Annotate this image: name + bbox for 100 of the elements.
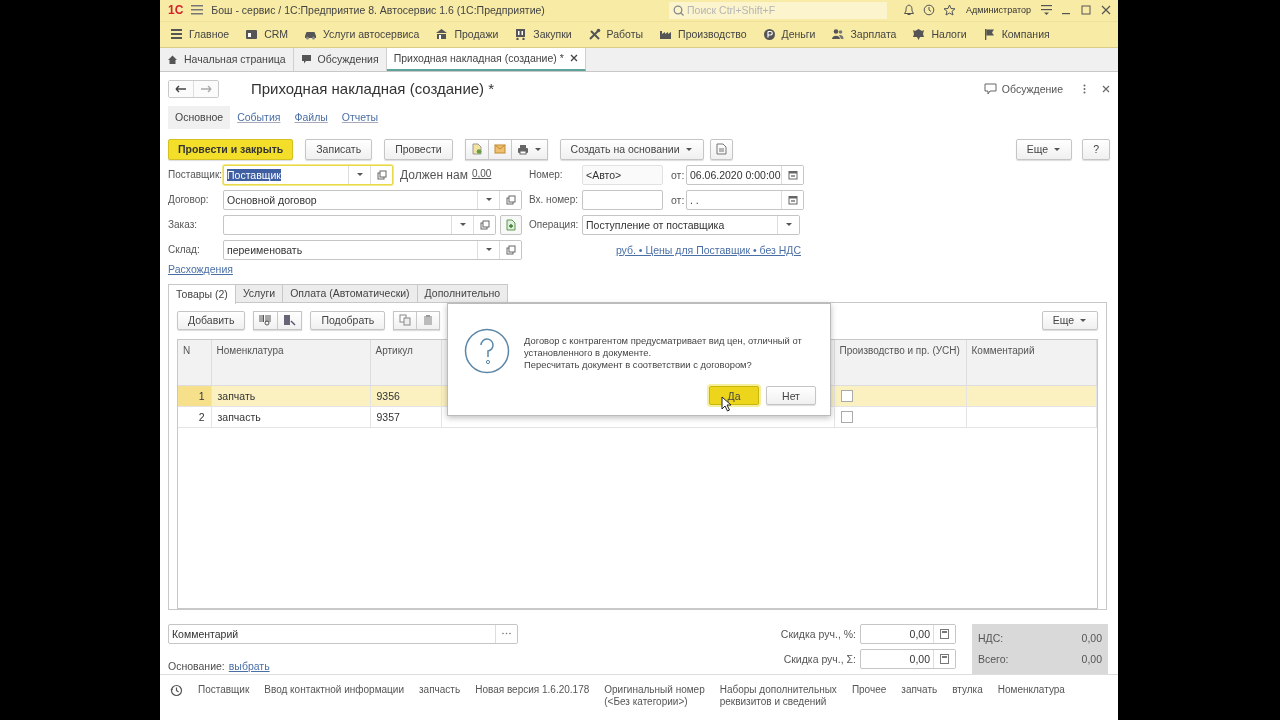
- checkbox[interactable]: [840, 390, 853, 402]
- footer-link[interactable]: Номенклатура: [997, 684, 1065, 696]
- print-button[interactable]: [511, 138, 548, 160]
- nav-link[interactable]: Файлы: [287, 106, 335, 129]
- input-field[interactable]: 0,00: [860, 624, 956, 644]
- star-icon[interactable]: [943, 4, 957, 17]
- calculator-button[interactable]: [933, 625, 955, 643]
- open-button[interactable]: [370, 165, 392, 184]
- input-field[interactable]: Основной договор: [223, 189, 522, 210]
- menu-icon[interactable]: [191, 5, 204, 16]
- tools-icon: [587, 28, 601, 41]
- footer-link[interactable]: запчасть: [419, 684, 461, 696]
- paste-button[interactable]: [417, 311, 441, 330]
- close-icon[interactable]: [1100, 5, 1112, 16]
- calculator-button[interactable]: [933, 650, 955, 668]
- section-button[interactable]: Производство: [659, 28, 755, 41]
- select-link[interactable]: выбрать: [228, 660, 270, 672]
- section-button[interactable]: Компания: [982, 28, 1058, 41]
- section-button[interactable]: Зарплата: [831, 28, 905, 41]
- open-button[interactable]: [499, 240, 521, 259]
- checkbox[interactable]: [840, 411, 853, 423]
- toolbar-button[interactable]: Записать: [305, 138, 373, 160]
- scanner-button[interactable]: [278, 311, 303, 330]
- calendar-button[interactable]: [781, 190, 803, 209]
- dialog-button[interactable]: Нет: [766, 386, 816, 405]
- dialog-button[interactable]: Да: [709, 386, 759, 405]
- input-field[interactable]: переименовать: [223, 239, 522, 260]
- nav-link[interactable]: События: [230, 106, 288, 129]
- input-field[interactable]: Поставщик: [223, 164, 393, 185]
- toolbar-button[interactable]: Провести: [384, 138, 453, 160]
- user-name[interactable]: Администратор: [966, 5, 1031, 16]
- more-button[interactable]: Еще: [1015, 138, 1073, 160]
- discrepancies-link[interactable]: Расхождения: [168, 262, 233, 275]
- input-field[interactable]: Поступление от поставщика: [582, 214, 800, 235]
- close-icon[interactable]: [569, 54, 578, 62]
- history-icon[interactable]: [923, 4, 936, 17]
- barcode-button[interactable]: [253, 311, 279, 330]
- section-button[interactable]: CRM: [245, 28, 297, 41]
- column-header: Комментарий: [966, 340, 1097, 386]
- total-label: НДС:: [978, 632, 1004, 645]
- open-tab[interactable]: Начальная страница: [160, 47, 294, 71]
- field-label: от:: [671, 193, 686, 206]
- section-button[interactable]: Налоги: [912, 28, 975, 41]
- footer-link[interactable]: Поставщик: [198, 684, 250, 696]
- post-and-close-button[interactable]: Провести и закрыть: [168, 138, 294, 160]
- app-logo[interactable]: 1С: [168, 3, 184, 18]
- comment-field[interactable]: Комментарий: [168, 624, 518, 644]
- input-field[interactable]: <Авто>: [582, 164, 663, 185]
- copy-button[interactable]: [393, 311, 418, 330]
- history-icon[interactable]: [170, 684, 183, 697]
- bell-icon[interactable]: [903, 4, 916, 17]
- prices-link[interactable]: руб. • Цены для Поставщик • без НДС: [615, 243, 801, 256]
- more-button[interactable]: Еще: [1041, 311, 1098, 330]
- footer-link[interactable]: запчать: [901, 684, 938, 696]
- help-button[interactable]: ?: [1082, 138, 1110, 160]
- section-button[interactable]: Работы: [587, 28, 652, 41]
- input-field[interactable]: 06.06.2020 0:00:00: [686, 164, 804, 185]
- more-icon[interactable]: [1083, 83, 1086, 94]
- footer-link[interactable]: втулка: [952, 684, 983, 696]
- amount-link[interactable]: 0,00: [471, 167, 492, 182]
- copy-icon: [399, 314, 412, 327]
- open-tab[interactable]: Обсуждения: [293, 47, 387, 71]
- section-button[interactable]: Деньги: [762, 28, 824, 41]
- add-button[interactable]: Добавить: [177, 311, 246, 330]
- back-button[interactable]: [169, 80, 193, 97]
- menu-icon[interactable]: [1041, 5, 1052, 16]
- tab[interactable]: Товары (2): [168, 284, 236, 304]
- input-field[interactable]: [223, 214, 496, 235]
- input-field[interactable]: [582, 189, 663, 210]
- maximize-icon[interactable]: [1080, 5, 1092, 16]
- close-icon[interactable]: [1102, 84, 1110, 93]
- tab[interactable]: Дополнительно: [416, 284, 509, 302]
- pick-button[interactable]: Подобрать: [310, 311, 386, 330]
- section-button[interactable]: Продажи: [435, 28, 507, 41]
- dropdown-button[interactable]: [777, 215, 799, 234]
- open-button[interactable]: [473, 215, 495, 234]
- nav-link[interactable]: Отчеты: [334, 106, 386, 129]
- nav-tab[interactable]: Основное: [168, 106, 231, 129]
- discussion-button[interactable]: Обсуждение: [983, 82, 1063, 95]
- toolbar-button[interactable]: [709, 138, 733, 160]
- footer-link[interactable]: Прочее: [851, 684, 887, 696]
- footer-link[interactable]: Новая версия 1.6.20.178: [475, 684, 590, 696]
- fill-button[interactable]: [500, 214, 522, 235]
- tab[interactable]: Услуги: [234, 284, 284, 302]
- toolbar-button[interactable]: [464, 138, 489, 160]
- section-button[interactable]: Услуги автосервиса: [304, 28, 428, 41]
- row-number: 2: [178, 406, 211, 428]
- open-button[interactable]: [499, 190, 521, 209]
- footer-link[interactable]: Оригинальный номер (<Без категории>): [604, 684, 705, 708]
- footer-link[interactable]: Наборы дополнительных реквизитов и сведений: [719, 684, 837, 708]
- toolbar-button[interactable]: [488, 138, 512, 160]
- section-button[interactable]: Закупки: [514, 28, 580, 41]
- section-button[interactable]: Главное: [170, 28, 238, 41]
- footer-link[interactable]: Ввод контактной информации: [264, 684, 405, 696]
- calendar-button[interactable]: [781, 165, 803, 184]
- input-field[interactable]: 0,00: [860, 649, 956, 669]
- input-field[interactable]: . .: [686, 189, 804, 210]
- tab[interactable]: Оплата (Автоматически): [282, 284, 418, 302]
- create-based-on-button[interactable]: Создать на основании: [559, 138, 704, 160]
- open-tab[interactable]: Приходная накладная (создание) *: [386, 47, 586, 71]
